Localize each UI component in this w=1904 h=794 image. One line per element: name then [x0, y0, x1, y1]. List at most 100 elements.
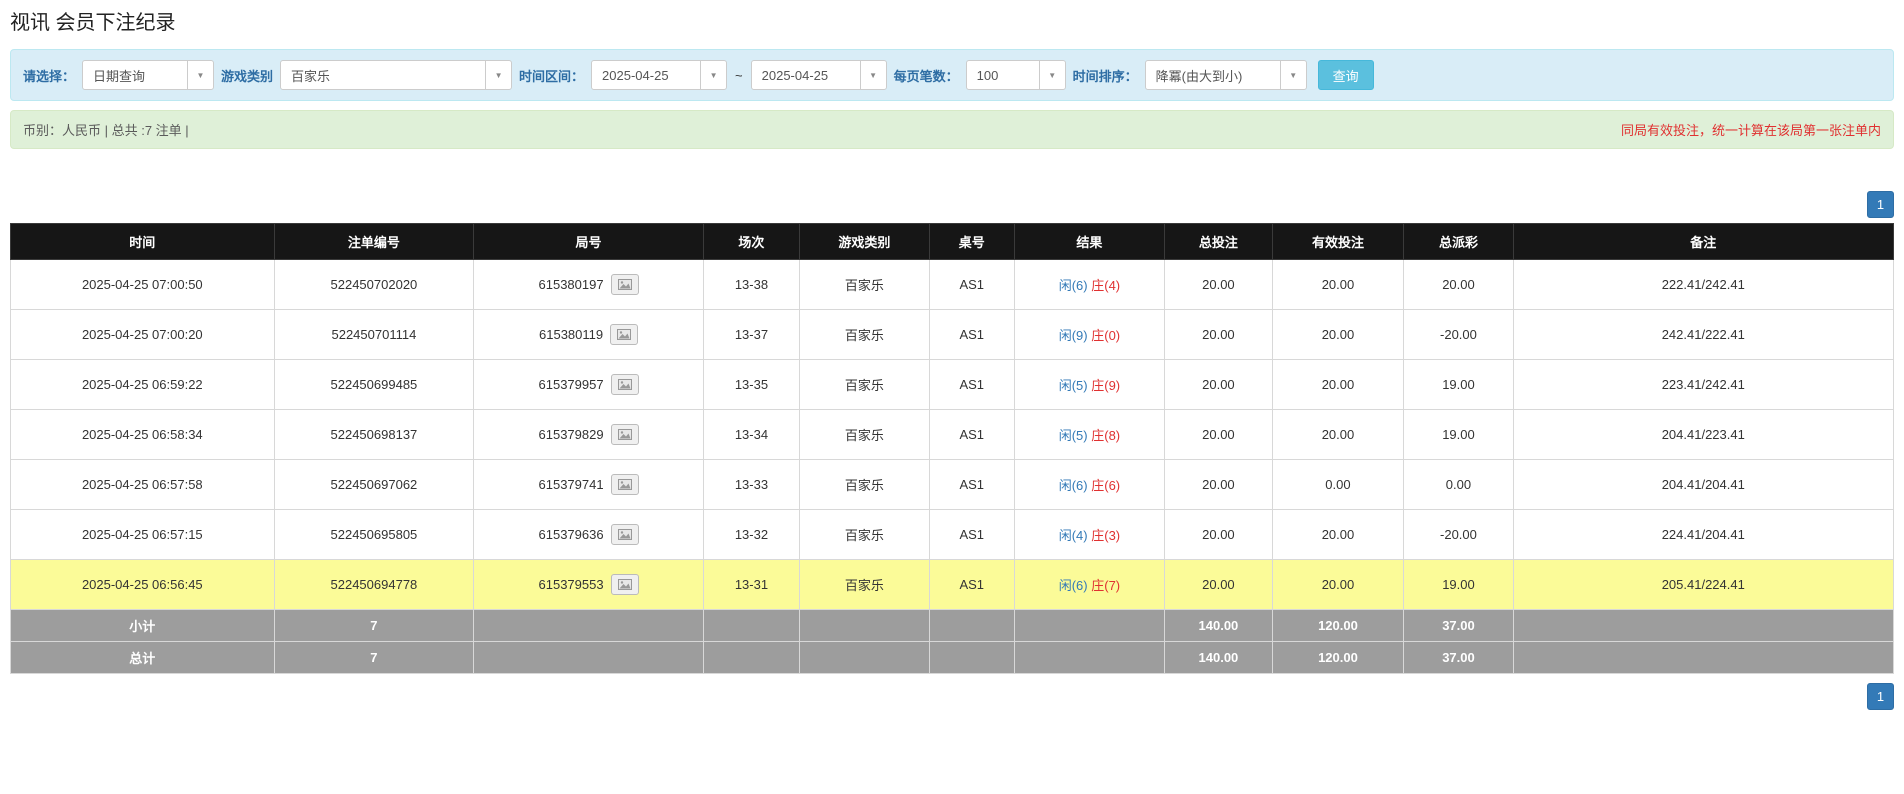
- game-record-icon[interactable]: [610, 474, 639, 495]
- cell-game-type: 百家乐: [798, 259, 930, 310]
- game-type-label: 游戏类别: [221, 68, 274, 84]
- cell-result: 闲(6) 庄(6): [1013, 459, 1166, 510]
- cell-total-bet-link[interactable]: 20.00: [1164, 359, 1273, 410]
- game-record-icon[interactable]: [610, 324, 639, 345]
- cell-total-bet-link[interactable]: 20.00: [1164, 409, 1273, 460]
- cell-table: AS1: [928, 459, 1015, 510]
- cell-game-type: 百家乐: [798, 509, 930, 560]
- cell-valid-bet: 20.00: [1271, 359, 1405, 410]
- cell-result: 闲(6) 庄(7): [1013, 559, 1166, 610]
- game-record-icon[interactable]: [610, 574, 639, 595]
- result-player: 闲(5): [1058, 428, 1088, 443]
- summary-text: 币别：人民币 | 总共 :7 注单 |: [23, 123, 189, 138]
- cell-time: 2025-04-25 07:00:20: [10, 309, 275, 360]
- result-player: 闲(6): [1058, 578, 1088, 593]
- cell-time: 2025-04-25 06:59:22: [10, 359, 275, 410]
- page-size-select[interactable]: 100 ▼: [965, 60, 1066, 90]
- cell-note: 205.41/224.41: [1512, 559, 1895, 610]
- cell-result: 闲(4) 庄(3): [1013, 509, 1166, 560]
- cell-table: AS1: [928, 409, 1015, 460]
- header-payout: 总派彩: [1403, 223, 1514, 260]
- table-row: 2025-04-25 06:57:58 522450697062 6153797…: [10, 459, 1895, 510]
- cell-bet-id: 522450697062: [273, 459, 475, 510]
- page-button[interactable]: 1: [1867, 683, 1894, 710]
- subtotal-payout: 37.00: [1403, 609, 1514, 642]
- result-player: 闲(5): [1058, 378, 1088, 393]
- result-player: 闲(9): [1058, 328, 1088, 343]
- game-record-icon[interactable]: [610, 274, 639, 295]
- round-id-text: 615379553: [538, 577, 604, 592]
- chevron-down-icon[interactable]: ▼: [1038, 61, 1065, 89]
- chevron-down-icon[interactable]: ▼: [700, 61, 726, 89]
- query-type-select[interactable]: 日期查询 ▼: [82, 60, 215, 90]
- date-from-select[interactable]: 2025-04-25 ▼: [591, 60, 728, 90]
- pagination-bottom: 1: [10, 683, 1894, 710]
- result-player: 闲(4): [1058, 528, 1088, 543]
- header-valid-bet: 有效投注: [1271, 223, 1405, 260]
- result-banker: 庄(6): [1091, 478, 1121, 493]
- result-banker: 庄(7): [1091, 578, 1121, 593]
- cell-total-bet-link[interactable]: 20.00: [1164, 509, 1273, 560]
- sort-label: 时间排序：: [1072, 68, 1138, 84]
- cell-result: 闲(9) 庄(0): [1013, 309, 1166, 360]
- game-type-select[interactable]: 百家乐 ▼: [280, 60, 513, 90]
- table-row: 2025-04-25 06:57:15 522450695805 6153796…: [10, 509, 1895, 560]
- range-separator: ~: [735, 67, 743, 83]
- cell-payout: -20.00: [1403, 309, 1514, 360]
- table-header-row: 时间 注单编号 局号 场次 游戏类别 桌号 结果 总投注 有效投注 总派彩 备注: [10, 223, 1895, 260]
- cell-valid-bet: 20.00: [1271, 509, 1405, 560]
- cell-game-type: 百家乐: [798, 459, 930, 510]
- total-count: 7: [273, 641, 475, 674]
- cell-note: 224.41/204.41: [1512, 509, 1895, 560]
- header-time: 时间: [10, 223, 275, 260]
- result-banker: 庄(0): [1091, 328, 1121, 343]
- chevron-down-icon[interactable]: ▼: [1279, 61, 1306, 89]
- cell-payout: 19.00: [1403, 559, 1514, 610]
- query-type-value: 日期查询: [93, 68, 146, 84]
- cell-total-bet-link[interactable]: 20.00: [1164, 259, 1273, 310]
- records-table: 时间 注单编号 局号 场次 游戏类别 桌号 结果 总投注 有效投注 总派彩 备注…: [10, 223, 1895, 674]
- summary-bar: 币别：人民币 | 总共 :7 注单 | 同局有效投注，统一计算在该局第一张注单内: [10, 110, 1894, 149]
- cell-time: 2025-04-25 06:57:58: [10, 459, 275, 510]
- game-record-icon[interactable]: [610, 424, 639, 445]
- table-row: 2025-04-25 06:56:45 522450694778 6153795…: [10, 559, 1895, 610]
- cell-note: 204.41/204.41: [1512, 459, 1895, 510]
- page-button[interactable]: 1: [1867, 191, 1894, 218]
- cell-result: 闲(5) 庄(8): [1013, 409, 1166, 460]
- game-type-value: 百家乐: [291, 68, 331, 84]
- header-table: 桌号: [928, 223, 1015, 260]
- cell-session: 13-31: [702, 559, 800, 610]
- cell-round-id: 615379957: [473, 359, 704, 410]
- cell-round-id: 615379829: [473, 409, 704, 460]
- chevron-down-icon[interactable]: ▼: [859, 61, 886, 89]
- cell-session: 13-32: [702, 509, 800, 560]
- subtotal-count: 7: [273, 609, 475, 642]
- table-body: 2025-04-25 07:00:50 522450702020 6153801…: [10, 259, 1895, 610]
- result-player: 闲(6): [1058, 478, 1088, 493]
- cell-valid-bet: 20.00: [1271, 259, 1405, 310]
- header-bet-id: 注单编号: [273, 223, 475, 260]
- cell-valid-bet: 20.00: [1271, 309, 1405, 360]
- date-to-select[interactable]: 2025-04-25 ▼: [750, 60, 887, 90]
- chevron-down-icon[interactable]: ▼: [187, 61, 213, 89]
- cell-total-bet-link[interactable]: 20.00: [1164, 309, 1273, 360]
- cell-time: 2025-04-25 06:57:15: [10, 509, 275, 560]
- cell-valid-bet: 20.00: [1271, 409, 1405, 460]
- cell-table: AS1: [928, 509, 1015, 560]
- cell-round-id: 615379553: [473, 559, 704, 610]
- cell-total-bet-link[interactable]: 20.00: [1164, 459, 1273, 510]
- cell-game-type: 百家乐: [798, 409, 930, 460]
- cell-session: 13-33: [702, 459, 800, 510]
- cell-game-type: 百家乐: [798, 359, 930, 410]
- search-button[interactable]: 查询: [1317, 60, 1374, 90]
- sort-select[interactable]: 降冪(由大到小) ▼: [1144, 60, 1307, 90]
- cell-session: 13-37: [702, 309, 800, 360]
- cell-total-bet-link[interactable]: 20.00: [1164, 559, 1273, 610]
- date-to-value: 2025-04-25: [761, 67, 829, 83]
- chevron-down-icon[interactable]: ▼: [485, 61, 511, 89]
- cell-game-type: 百家乐: [798, 309, 930, 360]
- game-record-icon[interactable]: [610, 524, 639, 545]
- table-row: 2025-04-25 06:58:34 522450698137 6153798…: [10, 409, 1895, 460]
- game-record-icon[interactable]: [610, 374, 639, 395]
- result-banker: 庄(3): [1091, 528, 1121, 543]
